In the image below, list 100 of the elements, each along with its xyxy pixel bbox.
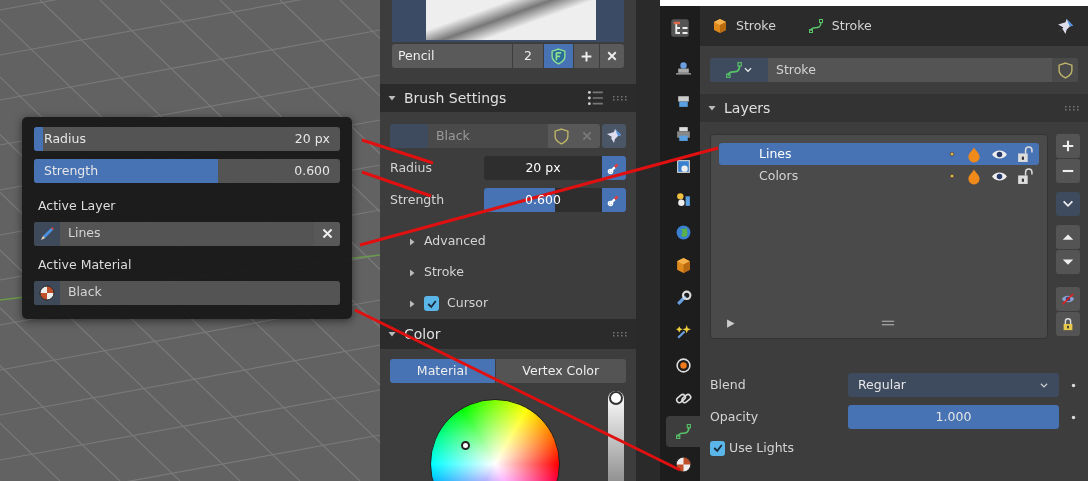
layer-row[interactable]: Colors (719, 165, 1039, 187)
slider-thumb[interactable] (609, 391, 623, 405)
plus-icon (580, 49, 593, 63)
pin-button[interactable] (602, 124, 626, 148)
field-label: Active Layer (37, 197, 117, 215)
pin-icon (606, 128, 622, 144)
cube-icon (712, 18, 728, 34)
eyedropper-icon (607, 193, 621, 207)
subpanel-header[interactable]: Cursor (408, 288, 636, 319)
radius-slider[interactable]: Radius 20 px (34, 127, 340, 151)
property-label: Radius (390, 158, 433, 177)
lock-icon[interactable] (1016, 167, 1033, 185)
printer-icon (674, 124, 692, 142)
panel-title: Brush Settings (404, 88, 508, 108)
triangle-icon[interactable] (388, 94, 396, 102)
triangle-icon[interactable] (408, 299, 416, 308)
layer-field[interactable]: Lines (34, 221, 340, 246)
material-field[interactable]: Black (34, 280, 340, 305)
menu-button[interactable] (1056, 192, 1080, 216)
eyedropper-icon (607, 161, 621, 175)
properties-tab[interactable] (666, 415, 700, 447)
triangle-icon[interactable] (408, 237, 416, 246)
shield-icon (1056, 61, 1074, 79)
radius-slider[interactable]: 20 px (484, 156, 602, 180)
panel-header[interactable]: Layers (700, 94, 1088, 122)
color-swatch (390, 124, 428, 148)
pressure-button[interactable] (602, 188, 626, 212)
breadcrumb[interactable]: Stroke (736, 16, 776, 36)
property-label: Blend (710, 375, 747, 394)
dot-icon (947, 149, 957, 159)
close-icon (606, 50, 618, 62)
opacity-slider[interactable]: 1.000 (848, 405, 1059, 429)
add-button[interactable] (1056, 134, 1080, 158)
field-value: Black (67, 283, 103, 302)
globe-icon (674, 224, 692, 242)
hide-others-button[interactable] (1056, 287, 1080, 311)
onion-skin-icon[interactable] (965, 167, 983, 185)
lock-icon[interactable] (1016, 145, 1033, 163)
cube-icon (674, 257, 692, 275)
panel-title: Layers (724, 98, 772, 118)
subpanel-header[interactable]: Advanced (408, 226, 636, 257)
blend-dropdown[interactable]: Regular (848, 373, 1059, 397)
close-icon[interactable] (320, 227, 334, 241)
field-value: Black (435, 126, 471, 145)
orbit-icon (674, 356, 692, 374)
panel-title: Color (404, 324, 442, 344)
curve-icon (807, 18, 824, 34)
lock-icon (1061, 317, 1075, 331)
brush-name-field[interactable]: Pencil (392, 44, 512, 68)
move-down-button[interactable] (1056, 250, 1080, 274)
color-picker-dot[interactable] (461, 441, 470, 450)
sparkle-icon (674, 323, 692, 341)
strength-slider[interactable]: Strength 0.600 (34, 159, 340, 183)
field-value: Lines (67, 224, 102, 243)
property-label: Opacity (710, 407, 760, 426)
picture-icon (674, 158, 692, 176)
remove-button[interactable] (1056, 159, 1080, 183)
plus-icon (1061, 139, 1075, 153)
use-lights-checkbox[interactable]: Use Lights (710, 439, 1078, 458)
field-label: Active Material (37, 255, 133, 274)
triangle-icon[interactable] (408, 268, 416, 277)
pin-icon[interactable] (1057, 17, 1074, 35)
curve-icon (674, 422, 692, 440)
panel-header[interactable]: Color (380, 319, 636, 349)
triangle-icon[interactable] (708, 104, 716, 112)
play-icon[interactable] (725, 317, 736, 329)
check-icon (711, 442, 724, 455)
material-ball-icon (39, 284, 55, 301)
add-button[interactable] (574, 44, 599, 68)
delete-button[interactable] (600, 44, 624, 68)
property-label: Strength (390, 190, 446, 209)
shield-icon (552, 127, 570, 145)
field-value: Stroke (775, 60, 817, 79)
curve-icon (725, 61, 743, 79)
eye-crossed-icon (1061, 292, 1075, 306)
pencil-icon (39, 225, 55, 242)
layer-name: Colors (759, 166, 800, 185)
panel-header[interactable]: Brush Settings (380, 84, 636, 112)
checkbox[interactable] (710, 440, 725, 456)
caret-icon (743, 65, 753, 75)
move-up-button[interactable] (1056, 225, 1080, 249)
fake-user-button[interactable] (544, 44, 573, 68)
mode-tab[interactable]: Vertex Color (495, 359, 626, 383)
caret-icon (1039, 380, 1049, 390)
layer-name: Lines (759, 144, 793, 163)
checkbox[interactable] (424, 296, 439, 311)
lock-others-button[interactable] (1056, 312, 1080, 336)
user-count-button[interactable]: 2 (513, 44, 543, 68)
layer-row[interactable]: Lines (719, 143, 1039, 165)
data-block-field[interactable]: Stroke (710, 58, 1078, 82)
triangle-icon[interactable] (388, 330, 396, 338)
subpanel-header[interactable]: Stroke (408, 257, 636, 288)
breadcrumb[interactable]: Stroke (831, 16, 1049, 36)
shield-f-icon (550, 47, 567, 65)
editor-type-icon[interactable] (670, 18, 690, 39)
dot-icon (947, 171, 957, 181)
list-icon[interactable] (586, 89, 604, 107)
mode-tab[interactable]: Material (390, 359, 495, 383)
material-ball-icon (674, 455, 692, 473)
scene-icon (674, 191, 692, 209)
